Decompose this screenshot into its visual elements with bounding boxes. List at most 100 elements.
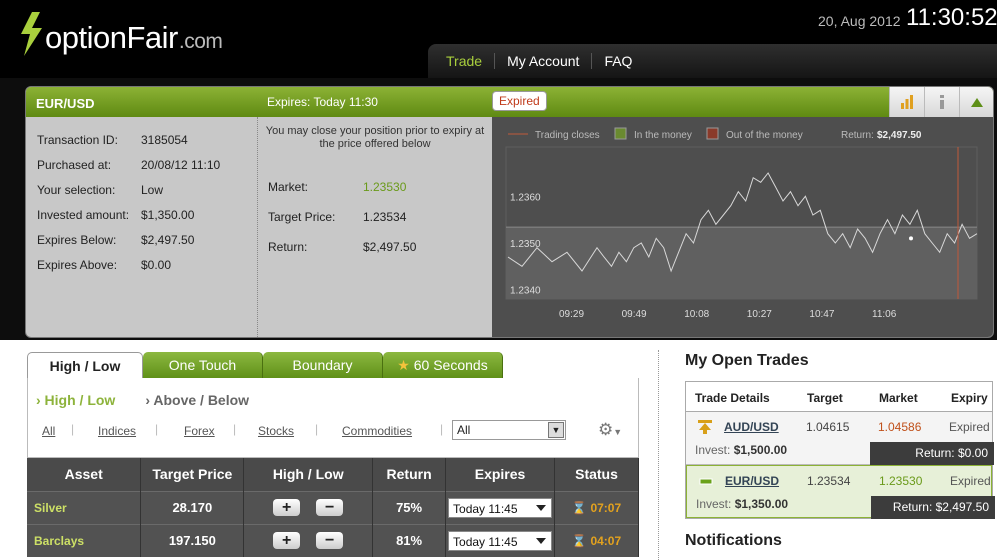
col-expiry: Expiry — [951, 391, 988, 405]
target-row: Target Price: 1.23534 — [268, 210, 407, 224]
trade-expiry: Expired — [950, 474, 991, 488]
settings-button[interactable]: ⚙▼ — [598, 420, 622, 440]
legend-trading-closes: Trading closes — [535, 130, 600, 141]
info-icon — [940, 95, 944, 109]
tab-one-touch[interactable]: One Touch — [143, 352, 263, 379]
invest-amount: $1,350.00 — [734, 497, 789, 511]
subtab-above-below[interactable]: › Above / Below — [145, 392, 249, 408]
trade-target: 1.23534 — [807, 474, 851, 488]
x-tick-label: 09:29 — [559, 309, 584, 320]
filter-separator: | — [155, 422, 159, 436]
filter-stocks[interactable]: Stocks — [258, 424, 294, 438]
x-tick-label: 11:06 — [872, 309, 897, 320]
high-low-buttons: + − — [243, 523, 374, 557]
trade-market: 1.23530 — [879, 474, 923, 488]
expires-select[interactable]: Today 11:45 — [448, 530, 553, 551]
nav-trade[interactable]: Trade — [434, 53, 494, 69]
invest-label: Invest: — [695, 443, 731, 457]
main-nav: Trade My Account FAQ — [428, 44, 997, 78]
notifications-title: Notifications — [685, 532, 782, 549]
x-tick-label: 10:08 — [684, 309, 709, 320]
x-tick-label: 10:27 — [747, 309, 772, 320]
neutral-icon — [699, 478, 713, 485]
asset-name[interactable]: Barclays — [27, 523, 142, 557]
col-return: Return — [372, 458, 447, 491]
legend-out-of-the-money: Out of the money — [726, 130, 803, 141]
open-trades-table: Trade Details Target Market Expiry AUD/U… — [685, 381, 995, 519]
col-trade-details: Trade Details — [695, 391, 770, 405]
chart-view-button[interactable] — [889, 87, 924, 117]
expires-select-value: Today 11:45 — [453, 501, 518, 516]
chart-return-value: $2,497.50 — [877, 130, 922, 141]
tab-high-low[interactable]: High / Low — [27, 352, 143, 379]
optionfair-logo[interactable]: optionFair .com — [18, 8, 223, 56]
nav-my-account[interactable]: My Account — [494, 53, 591, 69]
filter-separator: | — [440, 422, 444, 436]
star-icon: ★ — [397, 357, 410, 373]
asset-name[interactable]: Silver — [27, 490, 142, 524]
filter-commodities[interactable]: Commodities — [342, 424, 412, 438]
status-countdown: 07:07 — [590, 501, 622, 515]
col-status: Status — [554, 458, 639, 491]
col-target: Target — [807, 391, 843, 405]
legend-in-money-swatch — [614, 127, 627, 140]
position-pair: EUR/USD — [36, 96, 95, 111]
detail-row: Invested amount: $1,350.00 — [37, 208, 195, 222]
high-button[interactable]: + — [273, 499, 301, 516]
detail-row: Your selection: Low — [37, 183, 164, 197]
subtab-high-low[interactable]: › High / Low — [36, 392, 115, 408]
tab-boundary[interactable]: Boundary — [263, 352, 383, 379]
hourglass-icon: ⌛ — [571, 501, 587, 515]
asset-filter-select[interactable]: All ▼ — [452, 420, 566, 440]
return-value: 81% — [372, 523, 447, 557]
expires-cell: Today 11:45 — [445, 523, 556, 557]
col-market: Market — [879, 391, 918, 405]
expires-select[interactable]: Today 11:45 — [448, 497, 553, 518]
tab-60-seconds[interactable]: ★ 60 Seconds — [383, 352, 503, 379]
detail-row: Purchased at: 20/08/12 11:10 — [37, 158, 221, 172]
expires-label: Expires: — [267, 95, 311, 109]
detail-row: Transaction ID: 3185054 — [37, 133, 188, 147]
trade-pair[interactable]: AUD/USD — [724, 420, 779, 434]
tab-60-seconds-label: 60 Seconds — [413, 357, 488, 373]
trade-return: Return: $0.00 — [870, 442, 994, 465]
current-time: 11:30:52 — [906, 4, 997, 31]
y-tick-label: 1.2340 — [510, 286, 541, 297]
price-chart: Trading closes In the money Out of the mon… — [492, 117, 993, 337]
logo-domain: .com — [178, 30, 223, 53]
close-message: You may close your position prior to exp… — [265, 125, 485, 150]
dropdown-arrow-icon — [536, 504, 547, 511]
low-button[interactable]: − — [316, 499, 344, 516]
open-trade-row[interactable]: AUD/USD Invest: $1,500.00 1.04615 1.0458… — [686, 412, 994, 465]
arrow-up-icon — [698, 420, 712, 434]
hourglass-icon: ⌛ — [571, 534, 587, 549]
open-trades-header: Trade Details Target Market Expiry — [686, 382, 992, 412]
target-zone — [506, 227, 977, 299]
open-trade-row[interactable]: EUR/USD Invest: $1,350.00 1.23534 1.2353… — [686, 465, 995, 519]
assets-table: Asset Target Price High / Low Return Exp… — [27, 458, 639, 557]
high-button[interactable]: + — [273, 532, 301, 550]
open-trades-title: My Open Trades — [685, 352, 809, 369]
nav-faq[interactable]: FAQ — [591, 53, 644, 69]
legend-in-the-money: In the money — [634, 130, 692, 141]
caret-down-icon: ▼ — [613, 427, 623, 437]
x-tick-label: 10:47 — [809, 309, 834, 320]
filter-indices[interactable]: Indices — [98, 424, 136, 438]
filter-separator: | — [233, 422, 237, 436]
asset-filter-value: All — [457, 423, 471, 437]
chart-return-label: Return: — [841, 130, 874, 141]
info-button[interactable] — [924, 87, 959, 117]
trade-target: 1.04615 — [806, 420, 850, 434]
trade-type-tabs: High / Low One Touch Boundary ★ 60 Secon… — [27, 352, 639, 379]
column-divider — [658, 350, 659, 560]
filter-all[interactable]: All — [42, 424, 55, 438]
expires-value: Today 11:30 — [313, 95, 378, 109]
trade-pair[interactable]: EUR/USD — [725, 474, 779, 488]
filter-forex[interactable]: Forex — [184, 424, 215, 438]
table-row: Barclays 197.150 + − 81% Today 11:45 ⌛ 04… — [27, 523, 639, 557]
trade-options: › High / Low › Above / Below All | Indice… — [27, 378, 639, 458]
collapse-button[interactable] — [959, 87, 993, 117]
detail-row: Expires Above: $0.00 — [37, 258, 172, 272]
current-date: 20, Aug 2012 — [818, 13, 901, 29]
low-button[interactable]: − — [316, 532, 344, 550]
